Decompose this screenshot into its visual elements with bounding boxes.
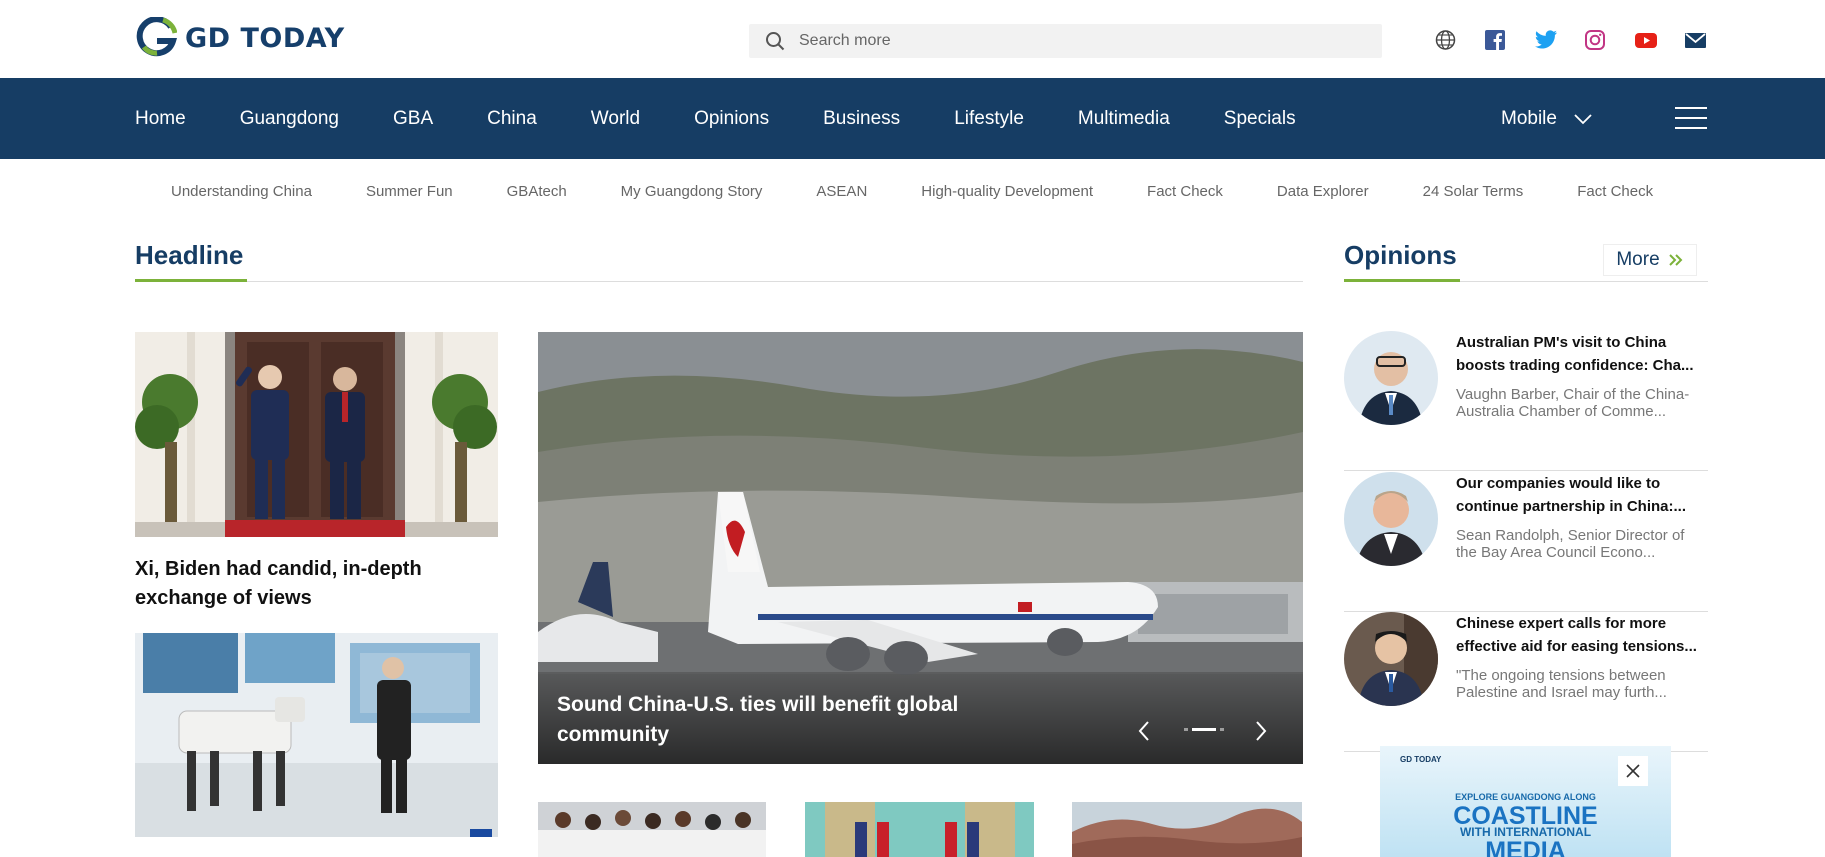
logo-text: GD TODAY: [185, 22, 345, 54]
opinions-underline: [1344, 279, 1460, 282]
nav-item-opinions[interactable]: Opinions: [694, 108, 769, 130]
thumbnail-team[interactable]: [538, 802, 766, 857]
robot-photo-illustration: [135, 633, 498, 837]
globe-icon[interactable]: [1434, 29, 1457, 51]
subnav-item-solar-terms[interactable]: 24 Solar Terms: [1423, 183, 1524, 200]
lead-story-title[interactable]: Xi, Biden had candid, in-depth exchange …: [135, 555, 435, 613]
ad-close-button[interactable]: [1618, 756, 1648, 786]
subnav-item-asean[interactable]: ASEAN: [816, 183, 867, 200]
headline-carousel[interactable]: Sound China-U.S. ties will benefit globa…: [538, 332, 1303, 764]
opinion-item[interactable]: Chinese expert calls for more effective …: [1344, 612, 1708, 752]
carousel-prev-icon[interactable]: [1133, 719, 1157, 743]
avatar: [1344, 472, 1438, 566]
subnav-item-gbatech[interactable]: GBAtech: [507, 183, 567, 200]
nav-item-home[interactable]: Home: [135, 108, 186, 130]
search-bar[interactable]: [749, 24, 1382, 58]
carousel-title[interactable]: Sound China-U.S. ties will benefit globa…: [557, 690, 1017, 750]
robot-story-image[interactable]: [135, 633, 498, 837]
opinion-desc: "The ongoing tensions between Palestine …: [1456, 667, 1667, 701]
search-icon[interactable]: [765, 31, 785, 51]
subnav-item-high-quality-development[interactable]: High-quality Development: [921, 183, 1093, 200]
youtube-icon[interactable]: [1634, 29, 1657, 51]
nav-items: Home Guangdong GBA China World Opinions …: [135, 78, 1350, 159]
nav-item-multimedia[interactable]: Multimedia: [1078, 108, 1170, 130]
carousel-dot[interactable]: [1184, 728, 1188, 731]
nav-item-specials[interactable]: Specials: [1224, 108, 1296, 130]
lead-story-image[interactable]: [135, 332, 498, 537]
double-chevron-right-icon: [1668, 254, 1683, 266]
opinion-desc: Sean Randolph, Senior Director of the Ba…: [1456, 527, 1685, 561]
avatar: [1344, 612, 1438, 706]
social-links: [1434, 29, 1707, 51]
opinion-item[interactable]: Our companies would like to continue par…: [1344, 472, 1708, 612]
opinions-section-title: Opinions: [1344, 240, 1457, 270]
subnav-item-fact-check[interactable]: Fact Check: [1147, 183, 1223, 200]
opinion-desc: Vaughn Barber, Chair of the China-Austra…: [1456, 386, 1690, 420]
main-nav: Home Guangdong GBA China World Opinions …: [0, 78, 1825, 159]
instagram-icon[interactable]: [1584, 29, 1607, 51]
subnav-item-fact-check-2[interactable]: Fact Check: [1577, 183, 1653, 200]
opinion-item[interactable]: Australian PM's visit to China boosts tr…: [1344, 331, 1708, 471]
carousel-dot-active[interactable]: [1192, 728, 1216, 731]
headline-divider: [135, 281, 1303, 282]
mobile-label: Mobile: [1501, 107, 1557, 129]
thumbnail-meeting[interactable]: [805, 802, 1034, 857]
ad-logo: GD TODAY: [1400, 755, 1442, 764]
thumbnail-meeting-illustration: [805, 802, 1034, 857]
menu-icon[interactable]: [1675, 105, 1707, 131]
thumbnail-landscape-illustration: [1072, 802, 1302, 857]
thumbnail-landscape[interactable]: [1072, 802, 1302, 857]
ad-line-4: MEDIA: [1485, 837, 1566, 857]
opinion-title[interactable]: Australian PM's visit to China boosts tr…: [1456, 331, 1708, 377]
carousel-dots: [1184, 728, 1224, 731]
nav-item-world[interactable]: World: [591, 108, 640, 130]
logo-mark-icon: [136, 17, 177, 57]
sub-nav: Understanding China Summer Fun GBAtech M…: [171, 183, 1707, 200]
nav-item-gba[interactable]: GBA: [393, 108, 433, 130]
nav-item-business[interactable]: Business: [823, 108, 900, 130]
more-label: More: [1616, 249, 1660, 270]
subnav-item-my-guangdong-story[interactable]: My Guangdong Story: [621, 183, 763, 200]
facebook-icon[interactable]: [1484, 29, 1507, 51]
subnav-item-understanding-china[interactable]: Understanding China: [171, 183, 312, 200]
close-icon: [1626, 764, 1640, 778]
twitter-icon[interactable]: [1534, 29, 1557, 51]
search-input[interactable]: [799, 32, 1359, 50]
nav-item-guangdong[interactable]: Guangdong: [240, 108, 339, 130]
ad-line-1: EXPLORE GUANGDONG ALONG: [1455, 792, 1596, 802]
headline-section-title: Headline: [135, 240, 244, 270]
lead-photo-illustration: [135, 332, 498, 537]
top-bar: GD TODAY: [0, 0, 1825, 78]
mobile-dropdown[interactable]: Mobile: [1501, 78, 1593, 159]
opinions-more-button[interactable]: More: [1603, 244, 1697, 276]
thumbnail-team-illustration: [538, 802, 766, 857]
avatar: [1344, 331, 1438, 425]
carousel-next-icon[interactable]: [1248, 719, 1272, 743]
advertisement-banner[interactable]: GD TODAY EXPLORE GUANGDONG ALONG COASTLI…: [1380, 746, 1671, 857]
headline-underline: [135, 279, 247, 282]
chevron-down-icon: [1574, 113, 1592, 124]
opinion-title[interactable]: Our companies would like to continue par…: [1456, 472, 1708, 518]
carousel-dot[interactable]: [1220, 728, 1224, 731]
mail-icon[interactable]: [1684, 29, 1707, 51]
subnav-item-data-explorer[interactable]: Data Explorer: [1277, 183, 1369, 200]
site-logo[interactable]: GD TODAY: [135, 17, 345, 59]
subnav-item-summer-fun[interactable]: Summer Fun: [366, 183, 453, 200]
nav-item-china[interactable]: China: [487, 108, 537, 130]
opinion-title[interactable]: Chinese expert calls for more effective …: [1456, 612, 1708, 658]
nav-item-lifestyle[interactable]: Lifestyle: [954, 108, 1024, 130]
